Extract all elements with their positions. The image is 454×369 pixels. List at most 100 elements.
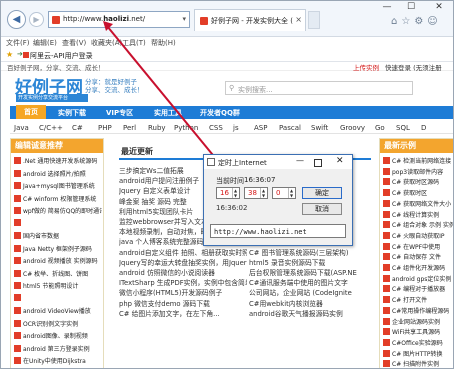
lang-pascal[interactable]: Pascal <box>279 124 301 132</box>
recommended-item[interactable] <box>14 218 102 230</box>
star-icon[interactable]: ☆ <box>401 16 414 27</box>
spinner-arrows-icon[interactable]: ▲ ▼ <box>288 188 294 198</box>
latest-item[interactable]: C# 编程对于播放器 <box>383 284 453 294</box>
browser-tab[interactable]: 好例子网 - 开发实例大全 ( × <box>194 9 306 31</box>
recommended-item[interactable]: android 视频播放 实例源码 <box>14 256 102 267</box>
recent-update-item[interactable]: 公司网站，企业网站 (CodeIgnite <box>249 287 375 297</box>
recent-update-item[interactable]: C# 给图片添加文字，在左下角... <box>119 308 247 318</box>
lang-go[interactable]: Go <box>375 124 385 132</box>
latest-item[interactable]: C# 图片HTTP转换 <box>383 349 453 359</box>
dialog-minimize-button[interactable]: — <box>296 156 304 165</box>
latest-item[interactable]: C#常用操作编程源码 <box>383 306 453 316</box>
latest-item[interactable]: C#Office实验源码 <box>383 338 453 348</box>
window-maximize-button[interactable]: ☐ <box>399 1 423 15</box>
address-url[interactable]: http://www.haolizi.net/ <box>63 15 145 23</box>
menu-view[interactable]: 查看(V) <box>62 38 86 48</box>
recommended-item[interactable]: android图像、录制视频 <box>14 331 102 342</box>
recommended-item[interactable]: Java Netty 框架例子源码 <box>14 244 102 255</box>
latest-item[interactable]: 企业网站源码实例 <box>383 317 453 327</box>
spinner-arrows-icon[interactable]: ▲ ▼ <box>232 188 238 198</box>
latest-item[interactable]: C# 检测当前网络连接 <box>383 156 453 166</box>
lang-perl[interactable]: Perl <box>123 124 136 132</box>
latest-item[interactable]: C# 在WPF中使用 <box>383 242 453 252</box>
recommended-item[interactable]: 在Unity中使用Dijkstra <box>14 356 102 367</box>
upload-link[interactable]: 上传实例 <box>353 62 379 72</box>
window-minimize-button[interactable]: — <box>375 1 399 15</box>
window-close-button[interactable]: ✕ <box>425 1 453 15</box>
recent-update-item[interactable]: android自定义组件 拍照、相册获取实时照片图片并上传 <box>119 247 247 257</box>
recent-update-item[interactable]: C#用webkit内核浏览器 <box>249 298 375 308</box>
recommended-item[interactable]: C# winform 权限管理系统 <box>14 194 102 205</box>
lang-cpp[interactable]: C/C++ <box>39 124 63 132</box>
recommended-item[interactable]: Java+mysql图书管理系统 <box>14 181 102 192</box>
latest-item[interactable]: C# 打开文件 <box>383 295 453 305</box>
smiley-icon[interactable]: ☺ <box>427 16 441 27</box>
lang-python[interactable]: Python <box>174 124 198 132</box>
cancel-button[interactable]: 取消 <box>302 203 342 215</box>
lang-groovy[interactable]: Groovy <box>340 124 365 132</box>
latest-item[interactable]: C# 扫描附件实例 <box>383 359 453 368</box>
gear-icon[interactable]: ⚙ <box>414 16 427 27</box>
lang-csharp[interactable]: C# <box>72 124 83 132</box>
lang-js[interactable]: js <box>233 124 239 132</box>
recent-update-item[interactable]: C# 图书管理系统源码(三层架构) <box>249 247 375 257</box>
site-search-input[interactable]: ⚲ 实例搜索... <box>225 81 413 95</box>
recommended-item[interactable]: .Net 通用快速开发系统源码 <box>14 156 102 167</box>
login-link[interactable]: 快速登录 (无须注册 <box>385 62 442 72</box>
lang-php[interactable]: PHP <box>98 124 112 132</box>
second-spinner[interactable]: 0 ▲ ▼ <box>272 187 296 199</box>
recent-update-item[interactable]: html5 录音实例源码下载 <box>249 257 375 267</box>
menu-favorites[interactable]: 收藏夹(A) <box>91 38 122 48</box>
lang-ruby[interactable]: Ruby <box>148 124 166 132</box>
recommended-item[interactable] <box>14 293 102 305</box>
add-favorite-icon[interactable]: ➔ <box>17 50 23 58</box>
forward-button[interactable]: ▶ <box>29 12 44 27</box>
latest-item[interactable]: WiFi共享工具源码 <box>383 327 453 337</box>
latest-item[interactable]: android gps定位实例 <box>383 274 453 284</box>
recommended-item[interactable]: android 选择照片/拍照 <box>14 169 102 180</box>
favorite-link-aliyun[interactable]: 阿里云-API用户登录 <box>30 51 93 61</box>
recent-update-item[interactable]: Jquery写的幸运大转盘抽奖实例，用Jquery实现，上传 <box>119 257 247 267</box>
lang-d[interactable]: D <box>421 124 426 132</box>
spinner-arrows-icon[interactable]: ▲ ▼ <box>260 188 266 198</box>
lang-swift[interactable]: Swift <box>311 124 328 132</box>
latest-item[interactable]: C# 获取时区 <box>383 188 453 198</box>
latest-item[interactable]: C# 自动保存 文件 <box>383 252 453 262</box>
url-field[interactable]: http://www.haolizi.net <box>210 224 346 238</box>
recommended-item[interactable]: android VideoView播放 <box>14 306 102 317</box>
recent-update-item[interactable]: php 微信支付demo 源码下载 <box>119 298 247 308</box>
lang-asp[interactable]: ASP <box>254 124 267 132</box>
recommended-item[interactable]: OCR识别例文字实例 <box>14 319 102 330</box>
nav-home[interactable]: 首页 <box>16 105 46 119</box>
back-button[interactable]: ◀ <box>7 10 26 29</box>
latest-item[interactable]: C# 组件化开发源码 <box>383 263 453 273</box>
dialog-maximize-button[interactable] <box>314 159 322 167</box>
menu-tools[interactable]: 工具(T) <box>122 38 146 48</box>
nav-vip[interactable]: VIP专区 <box>106 108 133 118</box>
recommended-item[interactable]: C# 枚举、折线图、饼图 <box>14 269 102 280</box>
recent-update-item[interactable]: 后台权限管理系统源码下载(ASP.NE <box>249 267 375 277</box>
address-bar[interactable]: http://www.haolizi.net/ ▾ <box>48 11 190 28</box>
latest-item[interactable]: pop3读取邮件内容 <box>383 167 453 177</box>
latest-item[interactable]: C# 获取网络文件大小 <box>383 199 453 209</box>
recommended-item[interactable]: 国内省市数据 <box>14 231 102 242</box>
latest-item[interactable]: C# 火眼自动获取IP <box>383 231 453 241</box>
tab-close-button[interactable]: × <box>295 15 302 24</box>
nav-downloads[interactable]: 实例下载 <box>58 108 86 118</box>
recent-update-item[interactable]: C#通讯服务端中使用的图片文字 <box>249 277 375 287</box>
lang-sql[interactable]: SQL <box>396 124 410 132</box>
hour-spinner[interactable]: 16 ▲ ▼ <box>216 187 240 199</box>
recent-update-item[interactable]: android 仿照微信的小说阅读器 <box>119 267 247 277</box>
menu-help[interactable]: 帮助(H) <box>151 38 176 48</box>
recommended-item[interactable]: wpf做的 简易仿QQ的即时通讯 <box>14 206 102 217</box>
recent-update-item[interactable]: ITextSharp 生成PDF实例，实例中包含简单的PDF排版 <box>119 277 247 287</box>
recent-update-item[interactable]: android谷歌天气播报源码实例 <box>249 308 375 318</box>
lang-css[interactable]: CSS <box>209 124 223 132</box>
recommended-item[interactable]: android 第三方登录实例 <box>14 344 102 355</box>
latest-item[interactable]: C# 组合对象 示例 实例 <box>383 220 453 230</box>
recent-update-item[interactable]: 微信小程序(HTML5)开发源码例子 <box>119 287 247 297</box>
lang-java[interactable]: Java <box>14 124 29 132</box>
favorites-star-icon[interactable]: ★ <box>6 50 13 59</box>
dialog-close-button[interactable]: ✕ <box>336 156 344 166</box>
home-icon[interactable]: ⌂ <box>391 16 401 27</box>
